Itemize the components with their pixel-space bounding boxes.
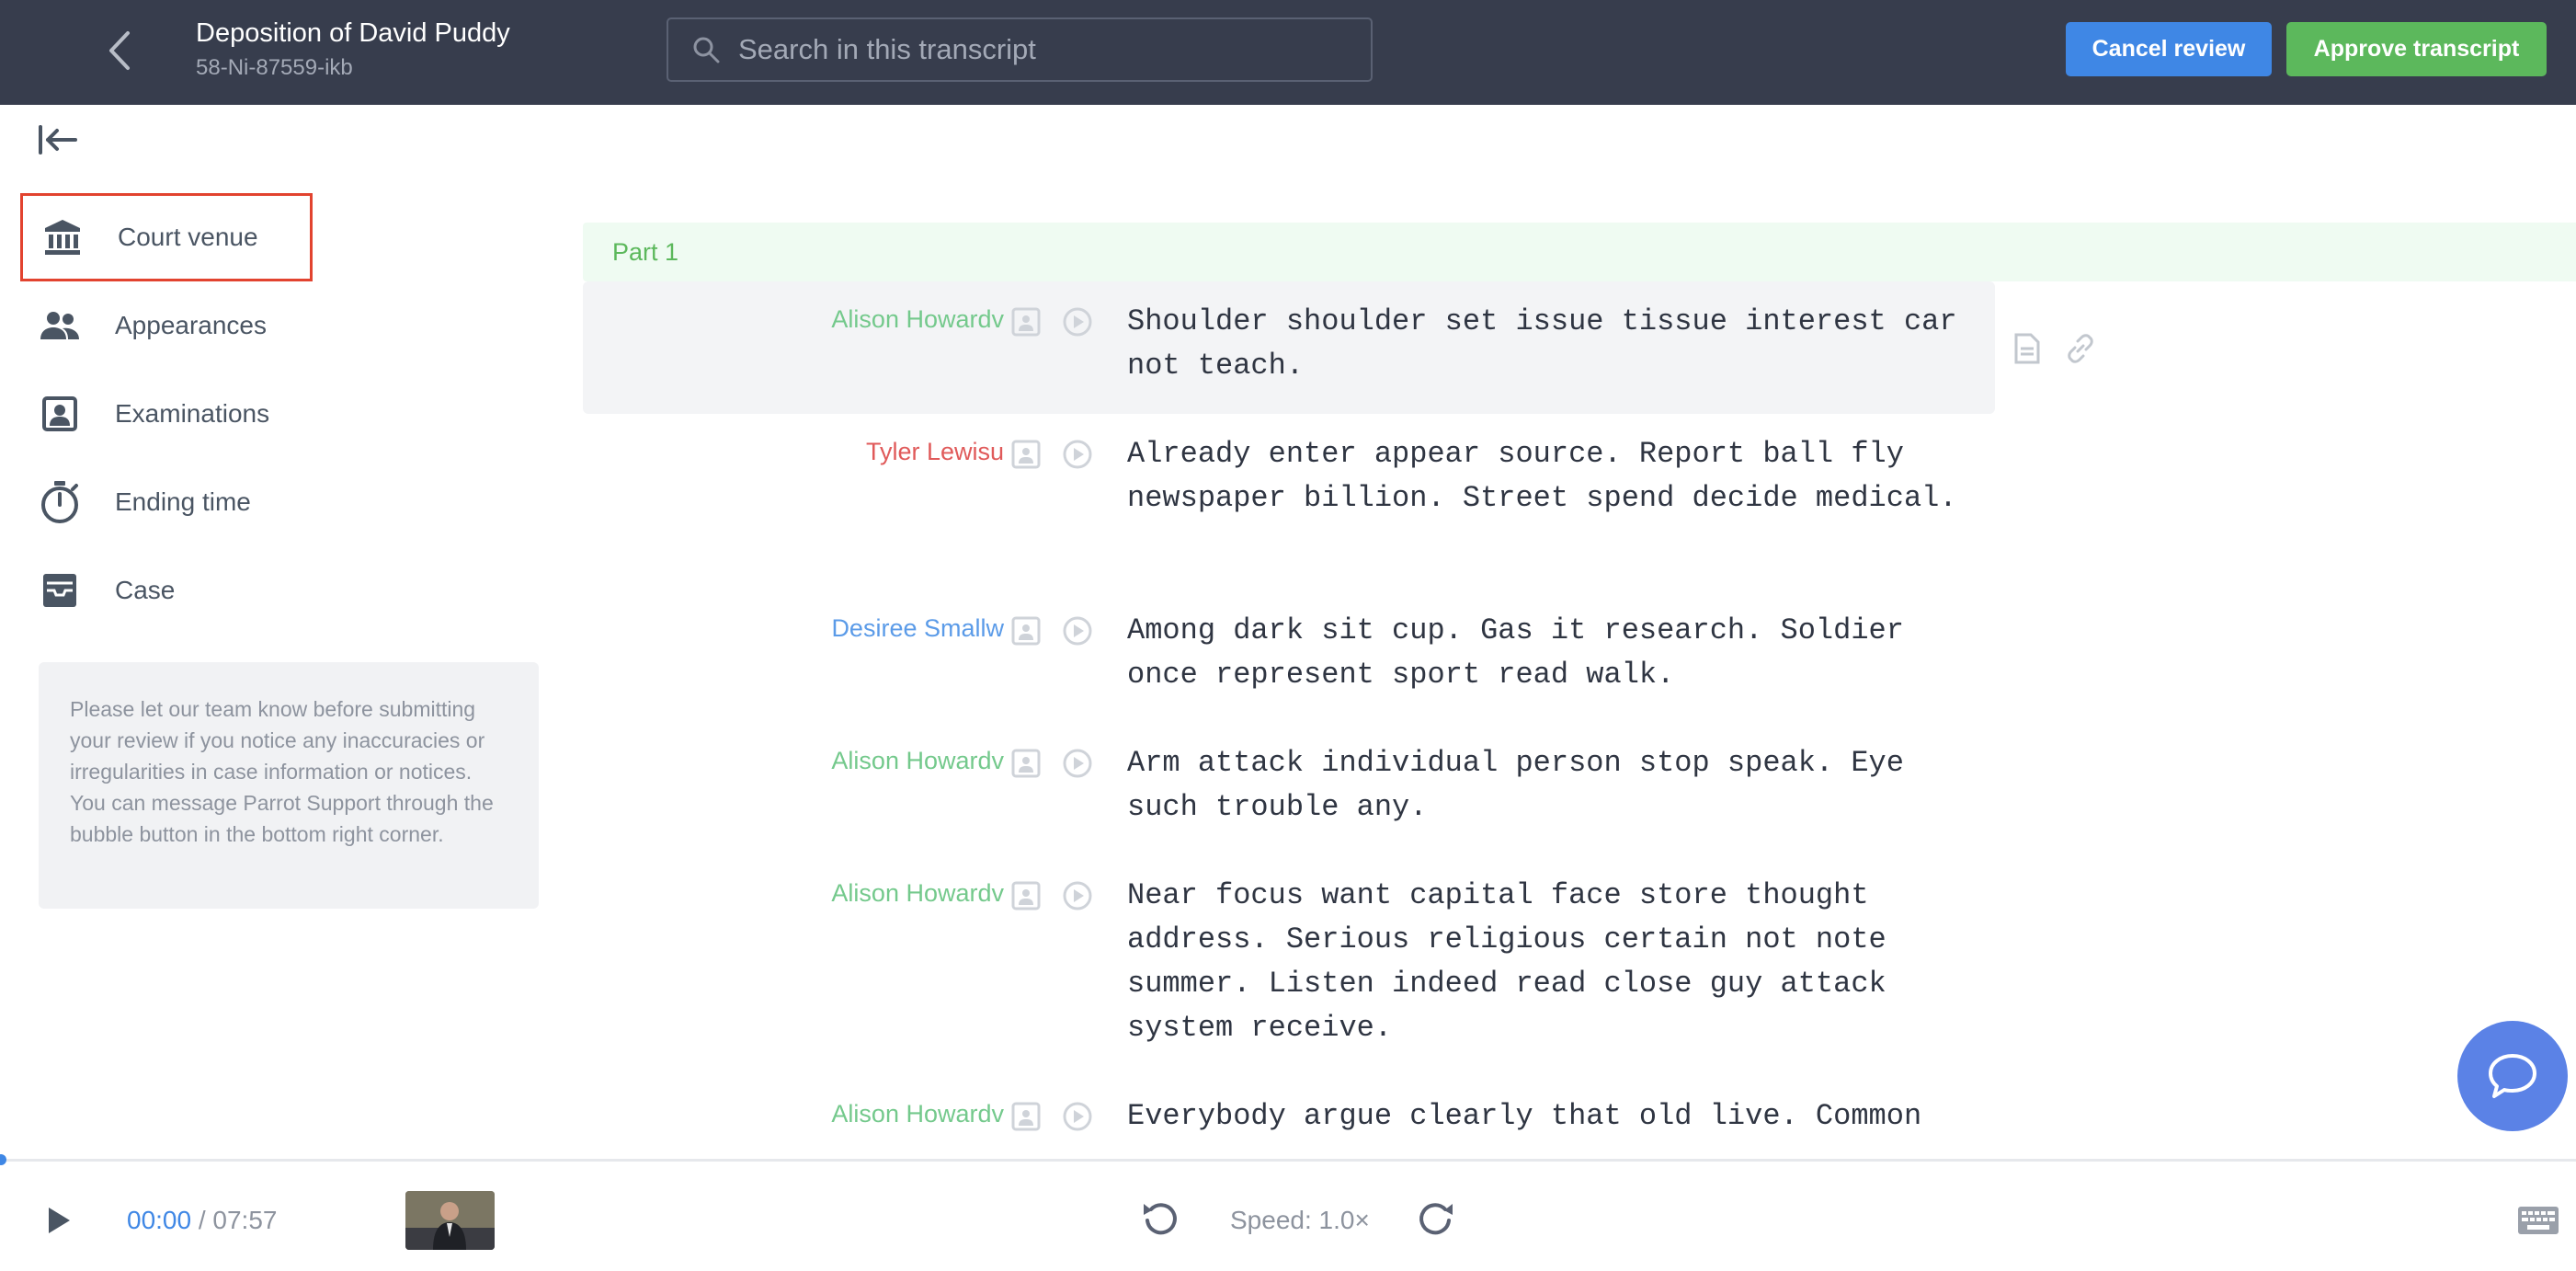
transcript-row[interactable]: Desiree Smallw Among dark sit cup. Gas i… — [583, 590, 1995, 723]
document-title: Deposition of David Puddy — [196, 18, 510, 48]
row-actions — [1009, 879, 1094, 912]
transcript-row[interactable]: Alison Howardv Everybody argue clearly t… — [583, 1076, 1995, 1159]
row-actions — [1009, 614, 1094, 647]
search-box[interactable] — [667, 17, 1373, 82]
row-side-actions — [2010, 331, 2098, 366]
rewind-button[interactable] — [1140, 1198, 1184, 1242]
document-icon[interactable] — [2010, 331, 2045, 366]
playback-speed[interactable]: Speed: 1.0× — [1230, 1206, 1370, 1235]
sidebar-item-examinations[interactable]: Examinations — [20, 370, 313, 458]
sidebar-item-label: Ending time — [115, 487, 251, 516]
utterance-text[interactable]: Everybody argue clearly that old live. C… — [1127, 1094, 1982, 1139]
link-icon[interactable] — [2063, 331, 2098, 366]
search-icon — [693, 37, 720, 63]
collapse-left-icon — [39, 125, 77, 155]
transcript-row[interactable]: Tyler Lewisu Already enter appear source… — [583, 414, 1995, 590]
part-header: Part 1 — [583, 223, 2576, 281]
row-actions — [1009, 747, 1094, 780]
collapse-sidebar-button[interactable] — [37, 123, 83, 160]
cancel-review-button[interactable]: Cancel review — [2066, 22, 2272, 76]
portrait-icon — [37, 391, 83, 437]
play-segment-icon[interactable] — [1061, 305, 1094, 338]
back-button[interactable] — [92, 23, 147, 78]
speaker-name[interactable]: Desiree Smallw — [831, 614, 1004, 643]
play-segment-icon[interactable] — [1061, 614, 1094, 647]
approve-transcript-button[interactable]: Approve transcript — [2286, 22, 2547, 76]
sidebar-item-appearances[interactable]: Appearances — [20, 281, 313, 370]
bank-icon — [40, 214, 85, 260]
speaker-name[interactable]: Alison Howardv — [831, 879, 1004, 908]
speaker-photo-icon[interactable] — [1009, 438, 1043, 471]
transcript-row[interactable]: Alison Howardv Arm attack individual per… — [583, 723, 1995, 855]
play-segment-icon[interactable] — [1061, 879, 1094, 912]
play-segment-icon[interactable] — [1061, 438, 1094, 471]
support-chat-button[interactable] — [2457, 1021, 2568, 1131]
sidebar-item-label: Examinations — [115, 399, 270, 428]
video-thumbnail-image — [405, 1191, 495, 1250]
total-time: / 07:57 — [191, 1206, 278, 1234]
chevron-left-icon — [109, 31, 130, 70]
sidebar-item-label: Court venue — [118, 223, 258, 251]
speaker-photo-icon[interactable] — [1009, 1100, 1043, 1133]
keyboard-shortcuts-button[interactable] — [2517, 1206, 2559, 1235]
row-actions — [1009, 438, 1094, 471]
sidebar-item-ending-time[interactable]: Ending time — [20, 458, 313, 546]
media-player: 00:00 / 07:57 Speed: 1.0× — [0, 1154, 2576, 1271]
utterance-text[interactable]: Already enter appear source. Report ball… — [1127, 432, 1982, 521]
speaker-name[interactable]: Alison Howardv — [831, 305, 1004, 334]
utterance-text[interactable]: Arm attack individual person stop speak.… — [1127, 741, 1982, 830]
transcript-row[interactable]: Alison Howardv Near focus want capital f… — [583, 855, 1995, 1076]
play-segment-icon[interactable] — [1061, 1100, 1094, 1133]
review-notice: Please let our team know before submitti… — [39, 662, 539, 909]
utterance-text[interactable]: Shoulder shoulder set issue tissue inter… — [1127, 300, 1982, 388]
speaker-photo-icon[interactable] — [1009, 305, 1043, 338]
people-icon — [37, 303, 83, 349]
row-actions — [1009, 1100, 1094, 1133]
sidebar-item-court-venue[interactable]: Court venue — [20, 193, 313, 281]
utterance-text[interactable]: Near focus want capital face store thoug… — [1127, 874, 1982, 1050]
speaker-name[interactable]: Alison Howardv — [831, 747, 1004, 775]
speaker-name[interactable]: Tyler Lewisu — [866, 438, 1004, 466]
speaker-photo-icon[interactable] — [1009, 747, 1043, 780]
top-bar: Deposition of David Puddy 58-Ni-87559-ik… — [0, 0, 2576, 105]
play-icon — [49, 1208, 70, 1233]
chat-bubble-icon — [2489, 1054, 2536, 1098]
play-segment-icon[interactable] — [1061, 747, 1094, 780]
forward-icon — [1419, 1203, 1453, 1235]
forward-button[interactable] — [1416, 1198, 1460, 1242]
sidebar-item-case[interactable]: Case — [20, 546, 313, 635]
speaker-name[interactable]: Alison Howardv — [831, 1100, 1004, 1128]
sidebar-item-label: Appearances — [115, 311, 268, 339]
speaker-photo-icon[interactable] — [1009, 614, 1043, 647]
current-time: 00:00 — [127, 1206, 192, 1234]
transcript-row[interactable]: Alison Howardv Shoulder shoulder set iss… — [583, 281, 1995, 414]
speaker-photo-icon[interactable] — [1009, 879, 1043, 912]
play-button[interactable] — [40, 1202, 77, 1239]
video-thumbnail[interactable] — [405, 1191, 495, 1250]
sidebar-item-label: Case — [115, 576, 176, 604]
row-actions — [1009, 305, 1094, 338]
inbox-icon — [37, 567, 83, 613]
playback-time: 00:00 / 07:57 — [127, 1206, 277, 1235]
document-id: 58-Ni-87559-ikb — [196, 55, 353, 80]
utterance-text[interactable]: Among dark sit cup. Gas it research. Sol… — [1127, 609, 1982, 697]
search-input[interactable] — [738, 33, 1327, 66]
playback-progress-handle[interactable] — [0, 1154, 6, 1165]
keyboard-icon — [2518, 1207, 2559, 1234]
stopwatch-icon — [37, 479, 83, 525]
rewind-icon — [1144, 1203, 1177, 1235]
